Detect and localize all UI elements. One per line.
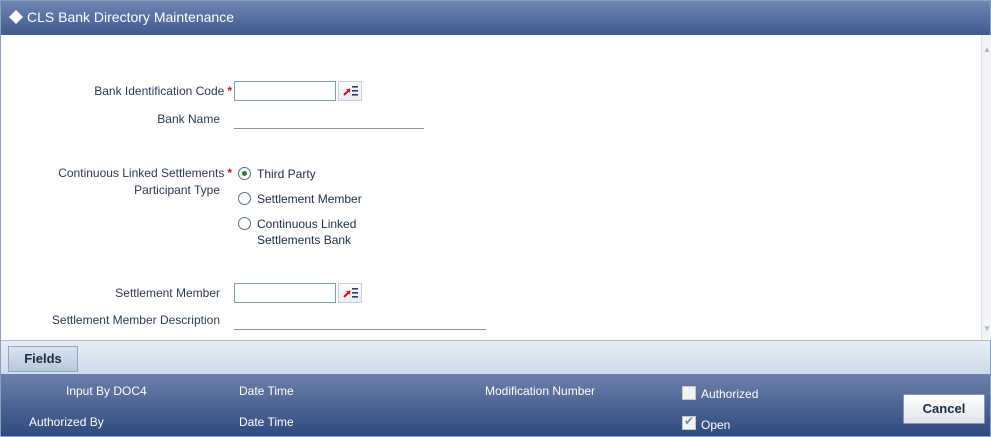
radio-cls-bank[interactable]: Continuous Linked Settlements Bank — [238, 216, 356, 248]
participant-type-label-line2: Participant Type — [134, 183, 220, 197]
radio-label-line1: Continuous Linked — [257, 217, 357, 231]
radio-selected-icon[interactable] — [238, 167, 251, 180]
authorized-label: Authorized — [701, 387, 759, 401]
diamond-icon — [9, 10, 23, 24]
settlement-member-input[interactable] — [234, 283, 336, 303]
required-marker: * — [227, 84, 232, 98]
title-bar: CLS Bank Directory Maintenance — [1, 1, 990, 35]
settlement-member-lov-button[interactable] — [338, 283, 362, 303]
radio-unselected-icon[interactable] — [238, 192, 251, 205]
bic-input[interactable] — [234, 81, 336, 101]
radio-third-party[interactable]: Third Party — [238, 166, 316, 182]
participant-type-label-line1: Continuous Linked Settlements — [58, 166, 225, 180]
cancel-button[interactable]: Cancel — [903, 394, 985, 424]
date-time-label: Date Time — [239, 384, 294, 398]
settlement-member-label: Settlement Member — [115, 286, 220, 300]
cls-bank-directory-window: CLS Bank Directory Maintenance Bank Iden… — [0, 0, 991, 437]
settlement-member-description-field[interactable] — [234, 329, 486, 330]
open-label: Open — [701, 418, 731, 432]
bank-name-field[interactable] — [234, 128, 424, 129]
radio-label-line2: Settlements Bank — [257, 233, 352, 247]
bic-lov-button[interactable] — [338, 81, 362, 101]
audit-footer: Input By DOC4 Authorized By Date Time Da… — [1, 374, 990, 436]
tab-fields[interactable]: Fields — [8, 346, 78, 372]
vertical-scrollbar[interactable]: ▲ ▼ — [981, 35, 991, 340]
list-of-values-icon — [343, 288, 358, 298]
participant-type-label: Continuous Linked Settlements * — [21, 166, 232, 180]
list-of-values-icon — [343, 86, 358, 96]
input-by-label: Input By DOC4 — [66, 384, 147, 398]
window-title: CLS Bank Directory Maintenance — [27, 9, 234, 25]
authorized-checkbox[interactable] — [682, 386, 696, 400]
bic-label-text: Bank Identification Code — [94, 84, 225, 98]
open-checkbox[interactable] — [682, 414, 696, 430]
bank-name-label: Bank Name — [157, 112, 220, 126]
modification-number-label: Modification Number — [485, 384, 596, 398]
radio-settlement-member[interactable]: Settlement Member — [238, 191, 362, 207]
form-area: Bank Identification Code * Bank Name Cont… — [1, 35, 981, 340]
radio-label: Settlement Member — [257, 192, 362, 206]
radio-unselected-icon[interactable] — [238, 217, 251, 230]
tab-strip: Fields — [1, 340, 990, 375]
scroll-up-icon[interactable]: ▲ — [983, 45, 991, 55]
radio-label: Continuous Linked Settlements Bank — [257, 216, 356, 248]
radio-label: Third Party — [257, 167, 316, 181]
authorized-by-label: Authorized By — [29, 415, 104, 429]
settlement-member-description-label: Settlement Member Description — [51, 313, 220, 327]
bic-label: Bank Identification Code * — [21, 84, 232, 98]
scroll-down-icon[interactable]: ▼ — [983, 324, 991, 334]
date-time-label: Date Time — [239, 415, 294, 429]
required-marker: * — [227, 166, 232, 180]
